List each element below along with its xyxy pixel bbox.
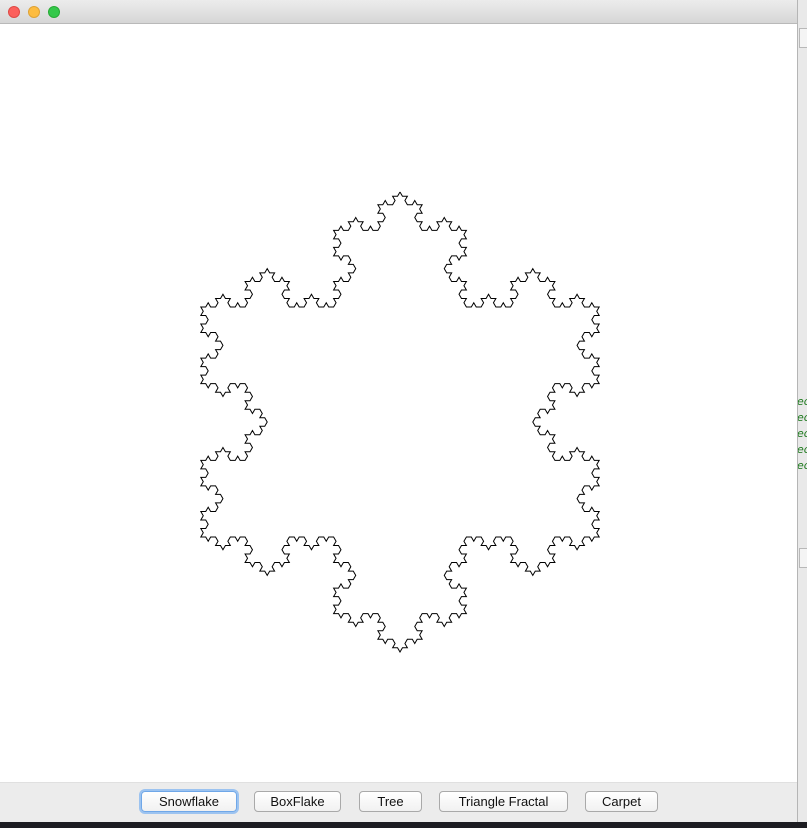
drawing-canvas	[0, 24, 797, 782]
maximize-window-icon[interactable]	[48, 6, 60, 18]
fractal-window: Snowflake BoxFlake Tree Triangle Fractal…	[0, 0, 798, 822]
background-window-edge: ed ed ed ed ed	[797, 0, 807, 828]
close-window-icon[interactable]	[8, 6, 20, 18]
fractal-drawing	[199, 191, 601, 653]
background-text-line: ed	[797, 443, 807, 456]
title-bar[interactable]	[0, 0, 797, 24]
background-text-line: ed	[797, 411, 807, 424]
dock-strip	[0, 822, 807, 828]
button-bar: Snowflake BoxFlake Tree Triangle Fractal…	[0, 782, 797, 822]
background-text-line: ed	[797, 459, 807, 472]
boxflake-button[interactable]: BoxFlake	[254, 791, 341, 812]
koch-snowflake-outline	[199, 191, 601, 653]
minimize-window-icon[interactable]	[28, 6, 40, 18]
background-text-line: ed	[797, 395, 807, 408]
triangle-fractal-button[interactable]: Triangle Fractal	[439, 791, 568, 812]
background-scroll-box	[799, 548, 807, 568]
background-text-line: ed	[797, 427, 807, 440]
carpet-button[interactable]: Carpet	[585, 791, 658, 812]
snowflake-button[interactable]: Snowflake	[141, 791, 237, 812]
tree-button[interactable]: Tree	[359, 791, 422, 812]
background-scroll-box	[799, 28, 807, 48]
